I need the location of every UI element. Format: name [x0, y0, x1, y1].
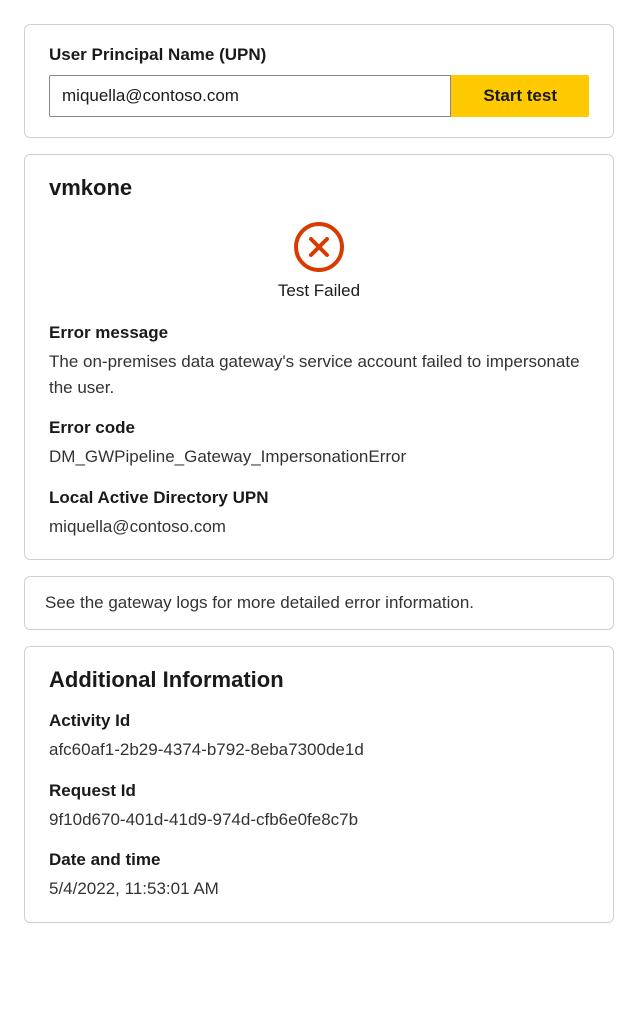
upn-label: User Principal Name (UPN): [49, 45, 589, 65]
additional-info-title: Additional Information: [49, 667, 589, 693]
request-id-value: 9f10d670-401d-41d9-974d-cfb6e0fe8c7b: [49, 807, 589, 833]
datetime-value: 5/4/2022, 11:53:01 AM: [49, 876, 589, 902]
result-card: vmkone Test Failed Error message The on-…: [24, 154, 614, 560]
datetime-label: Date and time: [49, 850, 589, 870]
request-id-label: Request Id: [49, 781, 589, 801]
error-icon: [293, 221, 345, 273]
additional-info-card: Additional Information Activity Id afc60…: [24, 646, 614, 923]
error-code-value: DM_GWPipeline_Gateway_ImpersonationError: [49, 444, 589, 470]
result-hostname: vmkone: [49, 175, 589, 201]
activity-id-label: Activity Id: [49, 711, 589, 731]
status-text: Test Failed: [278, 281, 360, 301]
local-ad-upn-label: Local Active Directory UPN: [49, 488, 589, 508]
status-block: Test Failed: [49, 221, 589, 301]
start-test-button[interactable]: Start test: [451, 75, 589, 117]
local-ad-upn-value: miquella@contoso.com: [49, 514, 589, 540]
error-code-label: Error code: [49, 418, 589, 438]
upn-input-row: Start test: [49, 75, 589, 117]
error-message-label: Error message: [49, 323, 589, 343]
upn-card: User Principal Name (UPN) Start test: [24, 24, 614, 138]
error-message-value: The on-premises data gateway's service a…: [49, 349, 589, 400]
hint-card: See the gateway logs for more detailed e…: [24, 576, 614, 630]
activity-id-value: afc60af1-2b29-4374-b792-8eba7300de1d: [49, 737, 589, 763]
upn-input[interactable]: [49, 75, 451, 117]
hint-text: See the gateway logs for more detailed e…: [45, 593, 474, 612]
